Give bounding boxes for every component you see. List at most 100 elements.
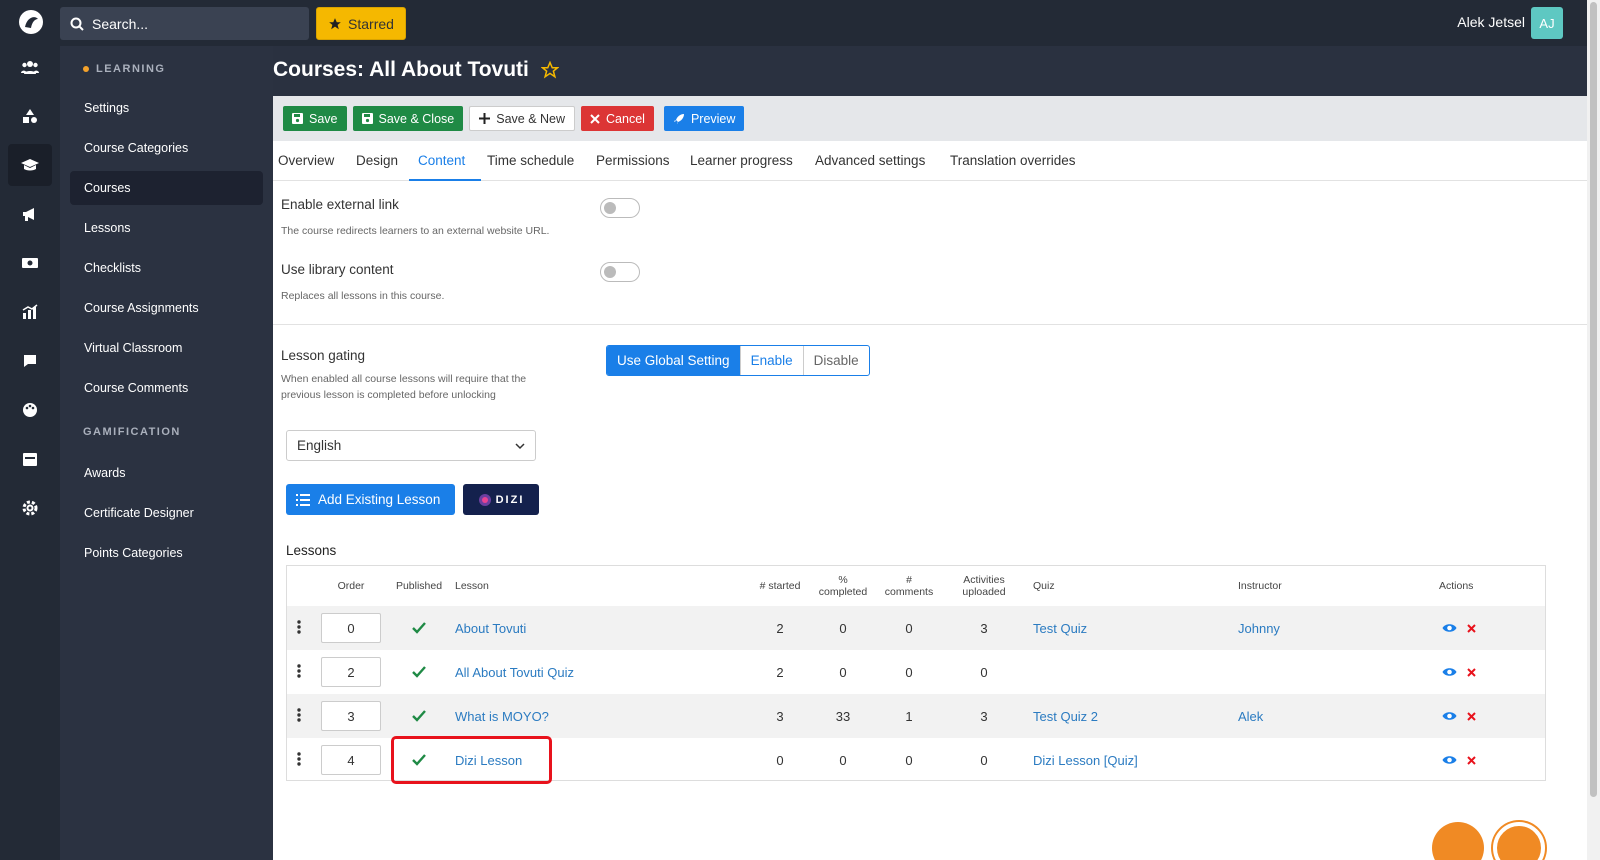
delete-icon[interactable] [1467,755,1476,765]
sidebar-item-courses[interactable]: Courses [70,171,263,205]
eye-icon[interactable] [1442,755,1457,765]
video-icon [22,258,38,268]
dizi-label: DIZI [495,493,525,506]
save-button[interactable]: Save [283,106,347,131]
cancel-label: Cancel [606,111,645,126]
rail-learning[interactable] [8,144,52,186]
external-link-toggle[interactable] [600,198,640,218]
delete-icon[interactable] [1467,667,1476,677]
delete-icon[interactable] [1467,711,1476,721]
instructor-link[interactable]: Johnny [1238,606,1280,650]
sidebar-item-checklists[interactable]: Checklists [70,251,263,285]
library-content-help: Replaces all lessons in this course. [281,290,445,302]
tab-permissions[interactable]: Permissions [596,153,670,168]
started-value: 2 [776,620,784,636]
sidebar-item-course-assignments[interactable]: Course Assignments [70,291,263,325]
rail-announcements[interactable] [8,193,52,235]
row-actions [1442,606,1476,650]
avatar[interactable]: AJ [1531,7,1563,39]
rail-reports[interactable] [8,291,52,333]
order-input[interactable]: 0 [321,613,381,643]
tab-bar: Overview Design Content Time schedule Pe… [273,141,1587,181]
rail-shapes[interactable] [8,95,52,137]
drag-handle-icon[interactable] [297,708,301,722]
published-check[interactable] [407,606,431,650]
rail-messages[interactable] [8,340,52,382]
external-link-help: The course redirects learners to an exte… [281,225,550,237]
tab-translation-overrides[interactable]: Translation overrides [950,153,1076,168]
rail-calendar[interactable] [8,438,52,480]
sidebar-item-awards[interactable]: Awards [70,456,263,490]
eye-icon[interactable] [1442,667,1457,677]
toolbar: Save Save & Close Save & New Cancel Prev… [273,96,1587,141]
lesson-link[interactable]: What is MOYO? [455,694,549,738]
eye-icon[interactable] [1442,711,1457,721]
header-comments-line2: comments [884,586,934,598]
preview-button[interactable]: Preview [663,106,745,131]
lesson-link[interactable]: All About Tovuti Quiz [455,650,574,694]
page-title-row: Courses: All About Tovuti [273,58,559,82]
instructor-link[interactable]: Alek [1238,694,1263,738]
completed-value: 0 [839,664,847,680]
sidebar-item-course-comments[interactable]: Course Comments [70,371,263,405]
published-check[interactable] [407,694,431,738]
tab-time-schedule[interactable]: Time schedule [487,153,574,168]
delete-icon[interactable] [1467,623,1476,633]
starred-button[interactable]: Starred [316,7,406,40]
language-select[interactable]: English [286,430,536,461]
sidebar-section-gamification: GAMIFICATION [83,426,181,438]
quiz-link[interactable]: Test Quiz [1033,606,1087,650]
save-close-button[interactable]: Save & Close [352,106,464,131]
active-tab-indicator [409,179,481,181]
tab-learner-progress[interactable]: Learner progress [690,153,793,168]
tab-overview[interactable]: Overview [278,153,334,168]
quiz-link[interactable]: Test Quiz 2 [1033,694,1098,738]
sidebar-item-points-categories[interactable]: Points Categories [70,536,263,570]
lesson-link[interactable]: About Tovuti [455,606,526,650]
library-content-toggle[interactable] [600,262,640,282]
add-existing-lesson-button[interactable]: Add Existing Lesson [286,484,455,515]
order-input[interactable]: 2 [321,657,381,687]
table-row: 0 About Tovuti 2 0 0 3 Test Quiz Johnny [287,606,1545,650]
rail-media[interactable] [8,242,52,284]
cancel-button[interactable]: Cancel [581,106,654,131]
quiz-link[interactable]: Dizi Lesson [Quiz] [1033,738,1138,782]
user-name[interactable]: Alek Jetsel [1457,14,1525,30]
gating-global-option[interactable]: Use Global Setting [607,346,740,375]
library-content-label: Use library content [281,262,394,277]
activities-value: 3 [980,708,988,724]
sidebar-item-virtual-classroom[interactable]: Virtual Classroom [70,331,263,365]
tab-content[interactable]: Content [418,153,465,168]
plus-icon [479,113,491,124]
graduation-cap-icon [21,159,39,171]
sidebar-item-lessons[interactable]: Lessons [70,211,263,245]
gating-enable-option[interactable]: Enable [739,346,803,375]
drag-handle-icon[interactable] [297,664,301,678]
drag-handle-icon[interactable] [297,620,301,634]
star-icon [329,17,341,29]
save-close-label: Save & Close [378,111,455,126]
search-input[interactable]: Search... [60,7,309,40]
rail-design[interactable] [8,389,52,431]
page-scrollbar[interactable] [1587,0,1600,860]
tovuti-logo-icon[interactable] [18,9,44,35]
eye-icon[interactable] [1442,623,1457,633]
chart-icon [22,304,38,319]
favorite-star-icon[interactable] [540,61,559,79]
sidebar-item-certificate-designer[interactable]: Certificate Designer [70,496,263,530]
order-input[interactable]: 4 [321,745,381,775]
drag-handle-icon[interactable] [297,752,301,766]
tab-advanced-settings[interactable]: Advanced settings [815,153,925,168]
sidebar-item-course-categories[interactable]: Course Categories [70,131,263,165]
save-new-button[interactable]: Save & New [469,106,576,131]
order-input[interactable]: 3 [321,701,381,731]
rail-users[interactable] [8,46,52,88]
sidebar-item-settings[interactable]: Settings [70,91,263,125]
save-label: Save [309,111,338,126]
tab-design[interactable]: Design [356,153,398,168]
gating-disable-option[interactable]: Disable [802,346,869,375]
dizi-button[interactable]: DIZI [463,484,539,515]
rail-settings[interactable] [8,487,52,529]
published-check[interactable] [407,650,431,694]
scrollbar-thumb[interactable] [1590,2,1597,797]
